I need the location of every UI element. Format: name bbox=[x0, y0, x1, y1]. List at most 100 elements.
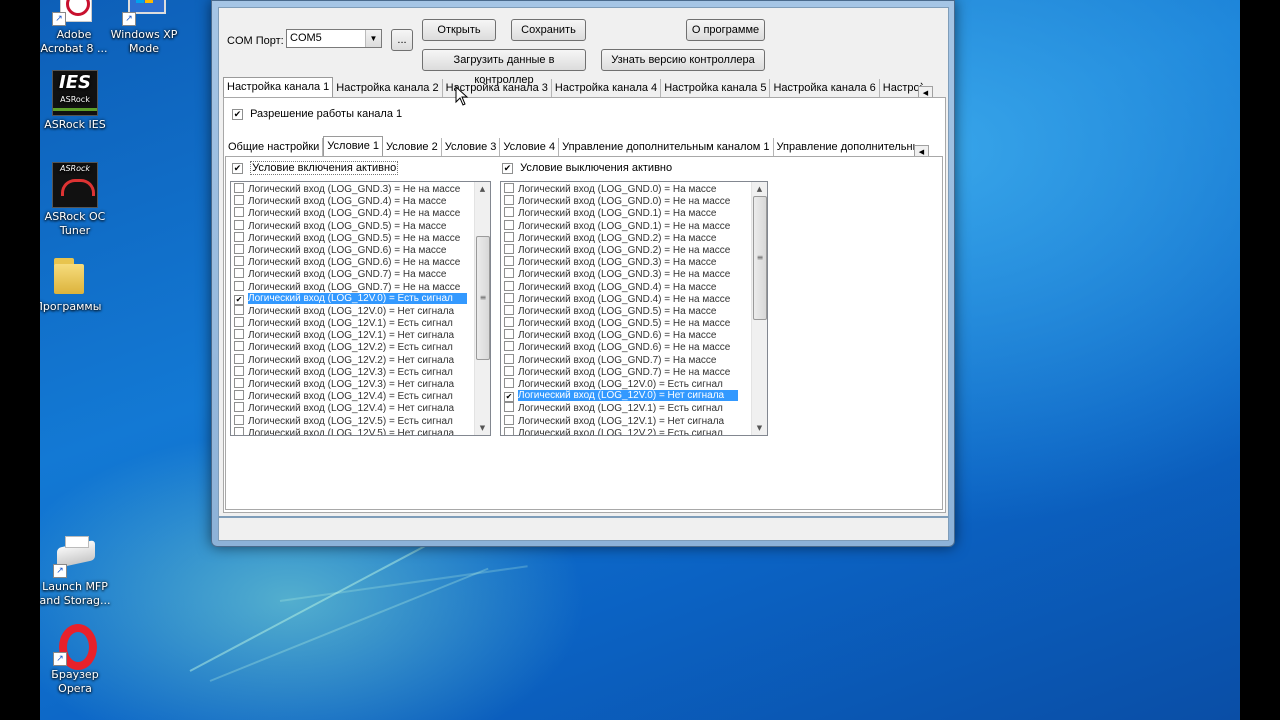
on-condition-scrollbar[interactable]: ▲ ≡ ▼ bbox=[474, 182, 490, 435]
list-item-checkbox[interactable] bbox=[234, 219, 244, 230]
list-item[interactable]: Логический вход (LOG_12V.4) = Есть сигна… bbox=[231, 390, 475, 402]
list-item[interactable]: Логический вход (LOG_GND.3) = На массе bbox=[501, 256, 752, 268]
list-item-checkbox[interactable] bbox=[234, 353, 244, 364]
tab-condition-2[interactable]: Условие 2 bbox=[383, 138, 442, 156]
list-item[interactable]: Логический вход (LOG_12V.1) = Есть сигна… bbox=[231, 317, 475, 329]
on-condition-active-row[interactable]: ✔ Условие включения активно bbox=[232, 161, 399, 175]
list-item[interactable]: Логический вход (LOG_GND.4) = На массе bbox=[501, 280, 752, 293]
list-item[interactable]: Логический вход (LOG_GND.2) = На массе bbox=[501, 231, 752, 244]
list-item[interactable]: Логический вход (LOG_GND.7) = На массе bbox=[231, 268, 475, 280]
list-item-checkbox[interactable] bbox=[504, 183, 514, 193]
desktop-icon-opera[interactable]: ↗ Браузер Opera bbox=[40, 622, 115, 696]
list-item-checkbox[interactable] bbox=[504, 231, 514, 242]
list-item-checkbox[interactable] bbox=[504, 243, 514, 254]
list-item-checkbox[interactable]: ✔ bbox=[504, 392, 514, 403]
desktop-icon-adobe-acrobat[interactable]: ↗ Adobe Acrobat 8 ... bbox=[40, 0, 114, 56]
on-condition-active-checkbox[interactable]: ✔ bbox=[232, 162, 243, 174]
tab-general-settings[interactable]: Общие настройки bbox=[225, 138, 324, 156]
list-item-checkbox[interactable] bbox=[234, 195, 244, 206]
list-item[interactable]: Логический вход (LOG_GND.5) = На массе bbox=[501, 304, 752, 317]
list-item-checkbox[interactable] bbox=[234, 341, 244, 352]
list-item[interactable]: Логический вход (LOG_12V.5) = Есть сигна… bbox=[231, 414, 475, 427]
list-item[interactable]: Логический вход (LOG_12V.2) = Нет сигнал… bbox=[231, 353, 475, 366]
list-item-checkbox[interactable] bbox=[504, 426, 514, 435]
tab-condition-4[interactable]: Условие 4 bbox=[500, 138, 560, 156]
list-item[interactable]: Логический вход (LOG_GND.7) = Не на масс… bbox=[231, 280, 475, 293]
list-item-checkbox[interactable] bbox=[504, 280, 514, 291]
list-item-checkbox[interactable] bbox=[504, 414, 514, 425]
list-item-checkbox[interactable] bbox=[234, 243, 244, 254]
list-item[interactable]: Логический вход (LOG_GND.0) = На массе bbox=[501, 183, 752, 195]
list-item-checkbox[interactable] bbox=[504, 195, 514, 206]
on-condition-list[interactable]: Логический вход (LOG_GND.3) = Не на масс… bbox=[230, 181, 491, 436]
list-item-checkbox[interactable] bbox=[504, 365, 514, 376]
channel-enable-row[interactable]: ✔ Разрешение работы канала 1 bbox=[232, 108, 402, 120]
list-item[interactable]: Логический вход (LOG_12V.3) = Нет сигнал… bbox=[231, 378, 475, 390]
list-item[interactable]: Логический вход (LOG_GND.6) = Не на масс… bbox=[231, 256, 475, 268]
channel-enable-checkbox[interactable]: ✔ bbox=[232, 108, 243, 120]
list-item-checkbox[interactable] bbox=[504, 353, 514, 364]
list-item-checkbox[interactable] bbox=[504, 341, 514, 352]
list-item-checkbox[interactable] bbox=[504, 207, 514, 218]
list-item-checkbox[interactable] bbox=[234, 231, 244, 242]
desktop-icon-launch-mfp[interactable]: ↗ Launch MFP and Storag... bbox=[40, 534, 115, 608]
list-item[interactable]: Логический вход (LOG_GND.4) = Не на масс… bbox=[231, 207, 475, 219]
list-item[interactable]: Логический вход (LOG_GND.4) = Не на масс… bbox=[501, 292, 752, 305]
list-item-checkbox[interactable] bbox=[234, 207, 244, 218]
list-item[interactable]: Логический вход (LOG_GND.1) = Не на масс… bbox=[501, 219, 752, 232]
tab-channel-1[interactable]: Настройка канала 1 bbox=[223, 77, 334, 97]
list-item-checkbox[interactable] bbox=[234, 256, 244, 267]
com-port-select[interactable]: COM5 ▼ bbox=[286, 29, 382, 48]
tab-condition-3[interactable]: Условие 3 bbox=[442, 138, 501, 156]
desktop-icon-programs-folder[interactable]: Программы bbox=[40, 254, 108, 314]
list-item[interactable]: Логический вход (LOG_12V.2) = Есть сигна… bbox=[231, 341, 475, 353]
tab-channel-5[interactable]: Настройка канала 5 bbox=[661, 79, 771, 97]
list-item-checkbox[interactable] bbox=[504, 329, 514, 340]
tab-channel-2[interactable]: Настройка канала 2 bbox=[333, 79, 443, 97]
list-item-checkbox[interactable] bbox=[234, 317, 244, 328]
list-item-checkbox[interactable] bbox=[234, 304, 244, 315]
list-item[interactable]: Логический вход (LOG_GND.2) = Не на масс… bbox=[501, 243, 752, 256]
off-condition-active-row[interactable]: ✔ Условие выключения активно bbox=[502, 162, 672, 174]
tab-extra-channel-2[interactable]: Управление дополнительным bbox=[774, 138, 916, 156]
list-item[interactable]: Логический вход (LOG_GND.5) = Не на масс… bbox=[501, 317, 752, 329]
list-item-checkbox[interactable] bbox=[234, 280, 244, 291]
list-item[interactable]: ✔ Логический вход (LOG_12V.0) = Нет сигна… bbox=[501, 390, 752, 403]
tab-channel-4[interactable]: Настройка канала 4 bbox=[552, 79, 662, 97]
scroll-down-icon[interactable]: ▼ bbox=[752, 421, 767, 435]
save-button[interactable]: Сохранить bbox=[511, 19, 586, 41]
list-item[interactable]: Логический вход (LOG_GND.3) = Не на масс… bbox=[501, 268, 752, 280]
list-item[interactable]: Логический вход (LOG_12V.1) = Нет сигнал… bbox=[501, 414, 752, 427]
list-item-checkbox[interactable] bbox=[504, 317, 514, 328]
scroll-up-icon[interactable]: ▲ bbox=[475, 182, 490, 196]
list-item[interactable]: Логический вход (LOG_12V.1) = Нет сигнал… bbox=[231, 329, 475, 341]
list-item[interactable]: Логический вход (LOG_GND.6) = На массе bbox=[231, 243, 475, 256]
list-item[interactable]: Логический вход (LOG_GND.5) = На массе bbox=[231, 219, 475, 232]
about-button[interactable]: О программе bbox=[686, 19, 765, 41]
list-item[interactable]: Логический вход (LOG_GND.1) = На массе bbox=[501, 207, 752, 219]
tab-condition-1[interactable]: Условие 1 bbox=[323, 136, 383, 156]
list-item[interactable]: ✔ Логический вход (LOG_12V.0) = Есть сигн… bbox=[231, 292, 475, 305]
desktop-icon-asrock-oc-tuner[interactable]: ASRock ASRock OC Tuner bbox=[40, 162, 115, 238]
list-item-checkbox[interactable] bbox=[504, 304, 514, 315]
list-item[interactable]: Логический вход (LOG_12V.2) = Есть сигна… bbox=[501, 426, 752, 435]
list-item[interactable]: Логический вход (LOG_GND.6) = Не на масс… bbox=[501, 341, 752, 353]
browse-button[interactable]: ... bbox=[391, 29, 413, 51]
list-item-checkbox[interactable] bbox=[234, 402, 244, 413]
list-item[interactable]: Логический вход (LOG_12V.4) = Нет сигнал… bbox=[231, 402, 475, 414]
list-item[interactable]: Логический вход (LOG_12V.0) = Есть сигна… bbox=[501, 378, 752, 390]
off-condition-active-checkbox[interactable]: ✔ bbox=[502, 162, 513, 174]
list-item-checkbox[interactable] bbox=[504, 378, 514, 388]
list-item-checkbox[interactable] bbox=[504, 219, 514, 230]
tab-channel-6[interactable]: Настройка канала 6 bbox=[770, 79, 880, 97]
list-item-checkbox[interactable] bbox=[504, 268, 514, 279]
list-item[interactable]: Логический вход (LOG_12V.5) = Нет сигнал… bbox=[231, 426, 475, 435]
tab-channel-7[interactable]: Настройк bbox=[880, 79, 923, 97]
list-item-checkbox[interactable] bbox=[234, 378, 244, 388]
list-item[interactable]: Логический вход (LOG_12V.1) = Есть сигна… bbox=[501, 402, 752, 414]
desktop-icon-windows-xp-mode[interactable]: ↗ Windows XP Mode bbox=[104, 0, 184, 56]
open-button[interactable]: Открыть bbox=[422, 19, 496, 41]
list-item[interactable]: Логический вход (LOG_GND.3) = Не на масс… bbox=[231, 183, 475, 195]
off-condition-list[interactable]: Логический вход (LOG_GND.0) = На массе Ло… bbox=[500, 181, 768, 436]
list-item[interactable]: Логический вход (LOG_12V.0) = Нет сигнал… bbox=[231, 304, 475, 317]
